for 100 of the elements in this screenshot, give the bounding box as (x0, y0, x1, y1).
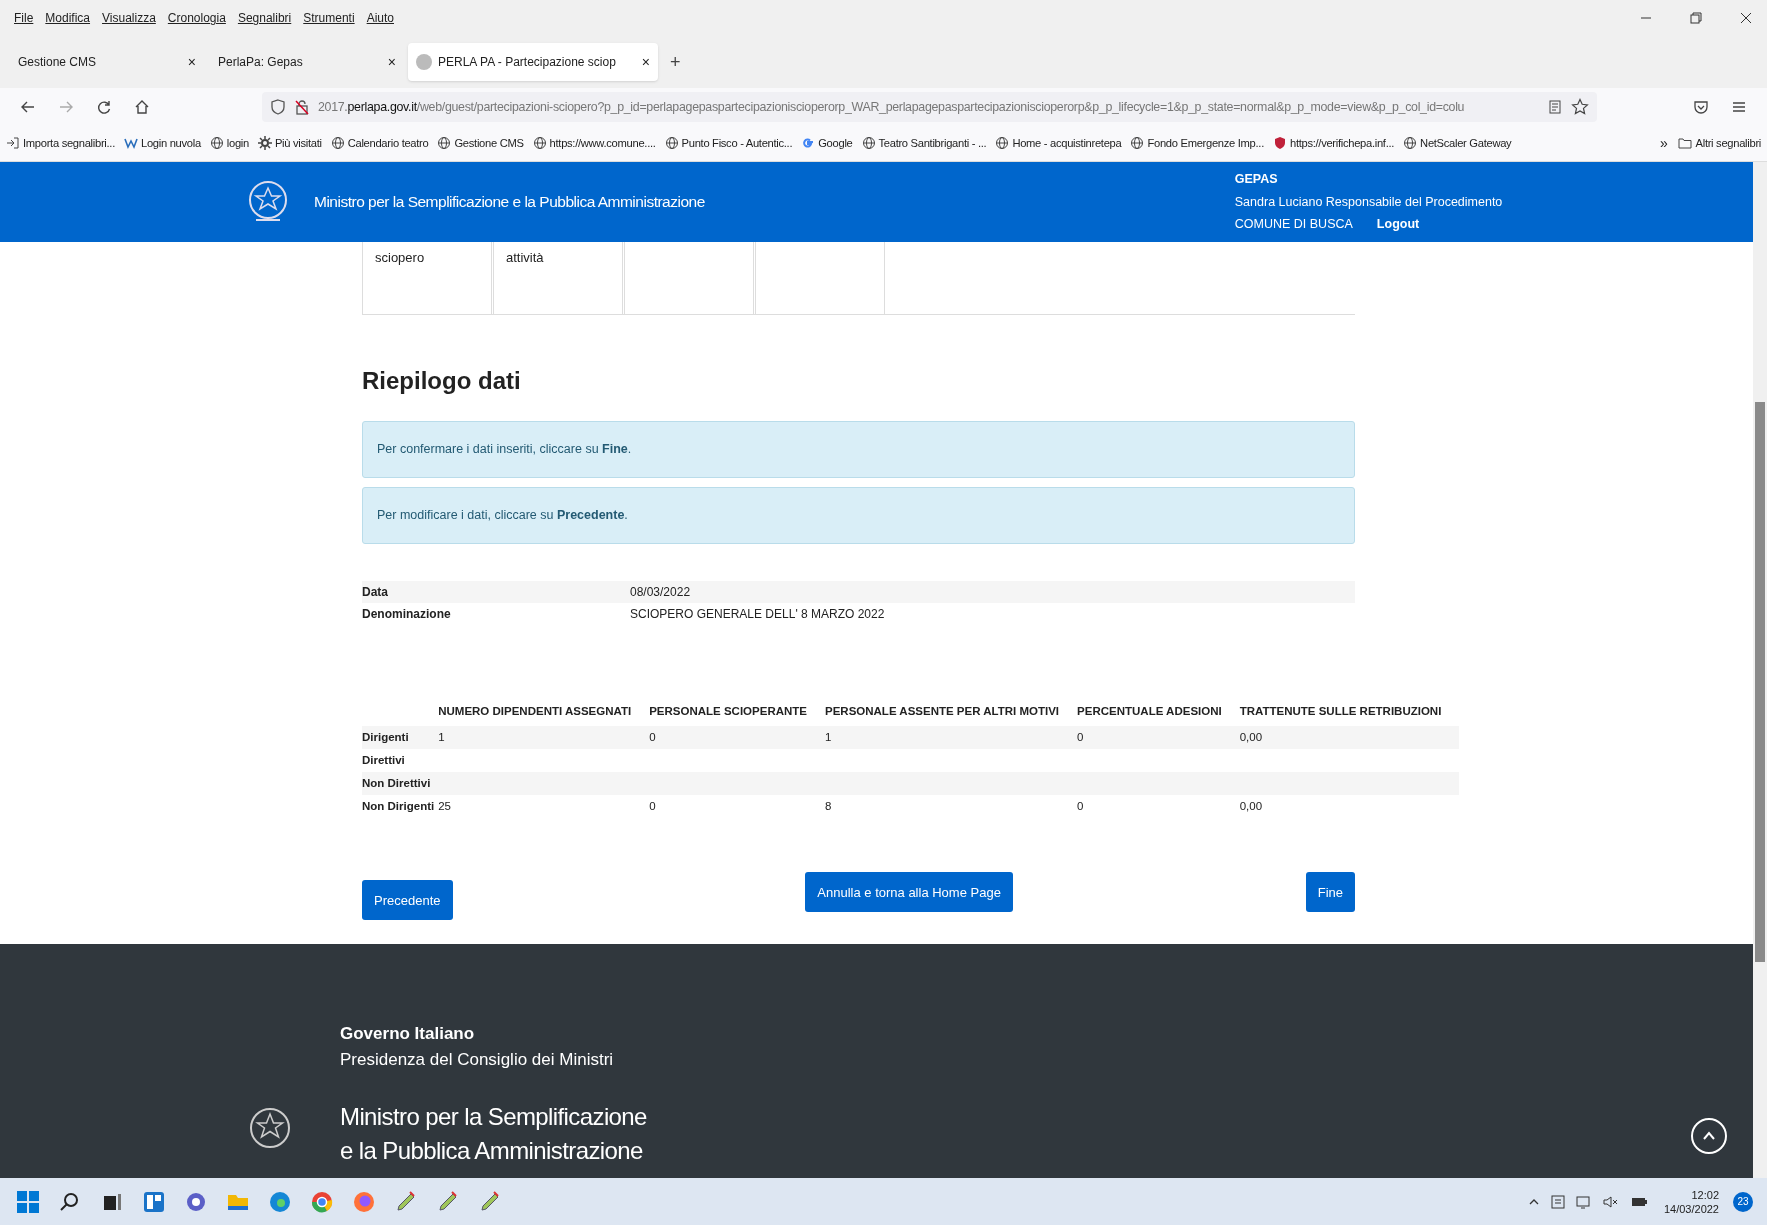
previous-button[interactable]: Precedente (362, 880, 453, 921)
insecure-lock-icon (294, 99, 310, 115)
tab-label: PERLA PA - Partecipazione sciop (438, 54, 617, 71)
table-cell: 0 (1077, 795, 1240, 819)
g-logo-icon (801, 136, 816, 151)
menu-item[interactable]: Visualizza (102, 9, 156, 27)
close-tab-icon[interactable]: × (641, 51, 650, 73)
organization-name: COMUNE DI BUSCA (1234, 216, 1353, 234)
field-value: 08/03/2022 (630, 584, 691, 601)
menu-icon[interactable] (1731, 99, 1747, 115)
notification-count[interactable]: 23 (1733, 1191, 1753, 1212)
restore-icon[interactable] (1689, 11, 1703, 25)
table-cell: 0,00 (1239, 795, 1460, 819)
close-tab-icon[interactable]: × (187, 51, 196, 73)
globe-icon (1130, 136, 1145, 151)
column-header: PERSONALE ASSENTE PER ALTRI MOTIVI (825, 703, 1078, 727)
monitor-icon[interactable] (1575, 1193, 1592, 1210)
column-header: NUMERO DIPENDENTI ASSEGNATI (438, 703, 650, 727)
footer-dept: Presidenza del Consiglio dei Ministri (340, 1048, 615, 1071)
bookmark[interactable]: Punto Fisco - Autentic... (664, 135, 793, 152)
footer-org: Governo Italiano (340, 1023, 476, 1046)
reload-icon[interactable] (96, 99, 112, 115)
table-cell: 1 (438, 726, 650, 750)
row-header: Dirigenti (362, 726, 439, 750)
globe-icon (995, 136, 1010, 151)
globe-icon (1403, 136, 1418, 151)
chevron-up-icon (1702, 1131, 1716, 1141)
browser-tab[interactable]: PERLA PA - Partecipazione sciop × (408, 43, 658, 81)
info-alert: Per confermare i dati inseriti, cliccare su Fine. (362, 421, 1355, 478)
other-bookmarks[interactable]: Altri segnalibri (1677, 135, 1761, 152)
browser-tab[interactable]: Gestione CMS × (8, 43, 206, 81)
info-alert: Per modificare i dati, cliccare su Precedente. (362, 487, 1355, 544)
shield-icon (270, 99, 286, 115)
wizard-step: sciopero (362, 242, 492, 314)
menu-item[interactable]: Strumenti (303, 9, 355, 27)
finish-button[interactable]: Fine (1305, 872, 1355, 913)
bookmark[interactable]: Google (801, 135, 853, 152)
menu-item[interactable]: Aiuto (366, 9, 394, 27)
globe-icon (861, 136, 876, 151)
folder-icon (1677, 136, 1692, 151)
pocket-icon[interactable] (1693, 99, 1709, 115)
import-icon (6, 136, 20, 151)
tray-app-icon[interactable] (1549, 1193, 1566, 1210)
globe-icon (209, 136, 224, 151)
close-tab-icon[interactable]: × (387, 51, 396, 73)
bookmark[interactable]: https://verifichepa.inf... (1272, 135, 1395, 152)
table-cell: 1 (825, 726, 1078, 750)
bookmark[interactable]: NetScaler Gateway (1403, 135, 1512, 152)
star-icon[interactable] (1571, 98, 1589, 116)
speaker-muted-icon[interactable] (1601, 1193, 1620, 1210)
bookmark[interactable]: Teatro Santibriganti - ... (861, 135, 987, 152)
tab-label: Gestione CMS (18, 54, 98, 71)
new-tab-button[interactable]: + (670, 48, 681, 76)
row-header: Non Dirigenti (362, 795, 439, 819)
field-value: SCIOPERO GENERALE DELL' 8 MARZO 2022 (630, 606, 885, 623)
table-cell: 0 (649, 726, 825, 750)
table-cell: 25 (438, 795, 650, 819)
bookmark[interactable]: Calendario teatro (330, 135, 429, 152)
bookmark[interactable]: https://www.comune.... (532, 135, 656, 152)
globe-icon (330, 136, 345, 151)
globe-icon (664, 136, 679, 151)
address-bar[interactable] (262, 92, 1597, 122)
browser-tab[interactable]: PerlaPa: Gepas × (208, 43, 406, 81)
scrollbar[interactable] (1753, 162, 1767, 1178)
bookmark[interactable]: login (209, 135, 249, 152)
page-title: Riepilogo dati (362, 366, 522, 396)
bookmark[interactable]: Fondo Emergenze Imp... (1130, 135, 1264, 152)
footer-ministry: Ministro per la Semplificazione (340, 1102, 647, 1133)
field-label: Data (362, 584, 389, 601)
row-header: Non Direttivi (362, 772, 439, 796)
menu-item[interactable]: Cronologia (167, 9, 226, 27)
close-icon[interactable] (1739, 11, 1753, 25)
table-cell: 8 (825, 795, 1078, 819)
app-name: GEPAS (1234, 170, 1279, 188)
back-icon[interactable] (20, 99, 36, 115)
menu-item[interactable]: Segnalibri (237, 9, 292, 27)
bookmark[interactable]: Gestione CMS (437, 135, 524, 152)
clock-time[interactable]: 12:02 (1691, 1187, 1719, 1202)
bookmark[interactable]: Importa segnalibri... (6, 135, 115, 152)
back-to-top-button[interactable] (1691, 1118, 1727, 1154)
shield-icon (1272, 136, 1287, 151)
more-bookmarks-chevron[interactable]: » (1660, 133, 1668, 154)
tab-label: PerlaPa: Gepas (218, 54, 304, 71)
bookmark[interactable]: Più visitati (257, 135, 322, 152)
globe-icon (532, 136, 547, 151)
favicon-icon (416, 54, 432, 70)
bookmark[interactable]: Home - acquistinretepa (995, 135, 1122, 152)
home-icon[interactable] (134, 99, 150, 115)
clock-date[interactable]: 14/03/2022 (1663, 1201, 1719, 1216)
column-header: PERCENTUALE ADESIONI (1077, 703, 1240, 727)
bookmark[interactable]: Login nuvola (123, 135, 201, 152)
menu-item[interactable]: Modifica (45, 9, 91, 27)
field-label: Denominazione (362, 606, 452, 623)
logout-link[interactable]: Logout (1376, 215, 1420, 235)
menu-item[interactable]: File (14, 9, 34, 27)
cancel-home-button[interactable]: Annulla e torna alla Home Page (805, 872, 1013, 913)
gear-icon (257, 136, 272, 151)
table-cell: 0 (649, 795, 825, 819)
ministry-title: Ministro per la Semplificazione e la Pubblica Amministrazione (314, 192, 705, 213)
column-header: PERSONALE SCIOPERANTE (649, 703, 825, 727)
